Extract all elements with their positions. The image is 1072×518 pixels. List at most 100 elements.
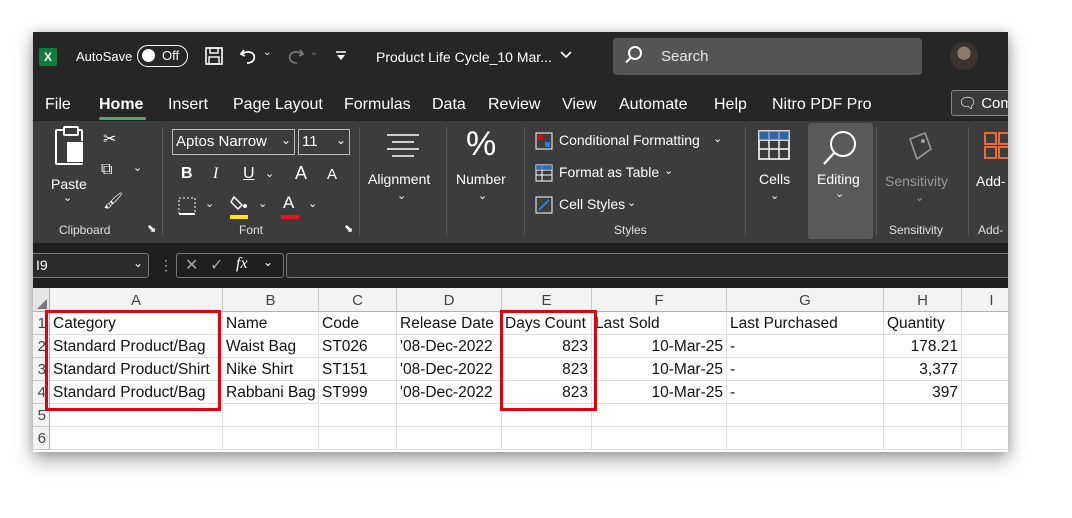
cell-styles-dropdown-icon[interactable]: ⌄ (627, 196, 636, 209)
column-header-a[interactable]: A (50, 288, 223, 312)
table-cell[interactable] (884, 404, 962, 427)
column-header-g[interactable]: G (727, 288, 884, 312)
table-cell[interactable]: 10-Mar-25 (592, 381, 727, 404)
tab-home[interactable]: Home (99, 96, 143, 114)
column-header-i[interactable]: I (962, 288, 1008, 312)
table-cell[interactable] (962, 381, 1008, 404)
column-header-h[interactable]: H (884, 288, 962, 312)
table-cell[interactable] (319, 404, 397, 427)
table-cell[interactable] (397, 404, 502, 427)
table-cell[interactable]: '08-Dec-2022 (397, 381, 502, 404)
more-options-icon[interactable]: ⋮ (159, 257, 173, 274)
alignment-button[interactable]: Alignment (368, 171, 430, 187)
fill-color-dropdown-icon[interactable]: ⌄ (258, 197, 267, 210)
number-button[interactable]: Number (456, 171, 506, 187)
fill-color-icon[interactable] (230, 195, 248, 211)
table-cell[interactable] (223, 427, 319, 450)
column-header-d[interactable]: D (397, 288, 502, 312)
save-icon[interactable] (204, 46, 224, 66)
percent-icon[interactable]: % (466, 125, 496, 164)
table-cell[interactable]: Waist Bag (223, 335, 319, 358)
table-cell[interactable] (962, 335, 1008, 358)
cut-icon[interactable]: ✂ (103, 129, 116, 149)
cell-i1[interactable] (962, 312, 1008, 335)
header-cell-release-date[interactable]: Release Date (397, 312, 502, 335)
table-cell[interactable]: 397 (884, 381, 962, 404)
table-cell[interactable] (592, 427, 727, 450)
tab-formulas[interactable]: Formulas (344, 96, 411, 114)
formula-input[interactable] (286, 253, 1008, 278)
conditional-formatting-dropdown-icon[interactable]: ⌄ (713, 132, 722, 145)
search-box[interactable]: Search (613, 38, 922, 75)
insert-function-button[interactable]: fx (236, 255, 248, 273)
alignment-dropdown-icon[interactable]: ⌄ (397, 189, 406, 202)
table-cell[interactable] (962, 404, 1008, 427)
cancel-icon[interactable]: ✕ (185, 255, 198, 275)
table-cell[interactable] (727, 427, 884, 450)
underline-dropdown-icon[interactable]: ⌄ (265, 167, 274, 180)
table-cell[interactable] (592, 404, 727, 427)
table-cell[interactable]: ST999 (319, 381, 397, 404)
undo-dropdown-icon[interactable]: ⌄ (263, 47, 271, 58)
header-cell-quantity[interactable]: Quantity (884, 312, 962, 335)
borders-icon[interactable] (178, 197, 196, 215)
header-cell-code[interactable]: Code (319, 312, 397, 335)
table-cell[interactable]: 10-Mar-25 (592, 358, 727, 381)
name-box[interactable]: I9 ⌄ (33, 253, 149, 278)
alignment-icon[interactable] (383, 131, 423, 161)
column-header-b[interactable]: B (223, 288, 319, 312)
copy-icon[interactable]: ⧉ (101, 161, 112, 179)
tab-nitro-pdf-pro[interactable]: Nitro PDF Pro (772, 96, 872, 114)
clipboard-icon[interactable] (55, 126, 84, 165)
table-cell[interactable] (962, 358, 1008, 381)
cell-styles-button[interactable]: Cell Styles (559, 196, 625, 212)
add-ins-button[interactable]: Add- (976, 173, 1006, 189)
table-cell[interactable] (962, 427, 1008, 450)
font-launcher-icon[interactable]: ⬊ (344, 222, 353, 235)
title-chevron-down-icon[interactable] (560, 50, 572, 60)
tab-review[interactable]: Review (488, 96, 540, 114)
table-cell[interactable] (884, 427, 962, 450)
decrease-font-button[interactable]: A (327, 166, 337, 183)
copy-dropdown-icon[interactable]: ⌄ (133, 161, 142, 174)
underline-button[interactable]: U (243, 165, 255, 183)
customize-toolbar-icon[interactable] (335, 51, 347, 61)
tab-insert[interactable]: Insert (168, 96, 208, 114)
font-name-dropdown[interactable]: Aptos Narrow ⌄ (172, 129, 295, 155)
table-cell[interactable]: '08-Dec-2022 (397, 358, 502, 381)
table-cell[interactable] (502, 427, 592, 450)
conditional-formatting-button[interactable]: Conditional Formatting (559, 132, 700, 148)
tab-automate[interactable]: Automate (619, 96, 687, 114)
table-cell[interactable]: ST026 (319, 335, 397, 358)
table-cell[interactable]: ST151 (319, 358, 397, 381)
header-cell-last-purchased[interactable]: Last Purchased (727, 312, 884, 335)
table-cell[interactable]: - (727, 358, 884, 381)
user-avatar[interactable] (950, 42, 978, 70)
table-cell[interactable]: - (727, 335, 884, 358)
paste-button[interactable]: Paste (51, 176, 87, 192)
table-cell[interactable]: 3,377 (884, 358, 962, 381)
table-cell[interactable]: 10-Mar-25 (592, 335, 727, 358)
tab-file[interactable]: File (45, 96, 71, 114)
table-cell[interactable] (223, 404, 319, 427)
cells-dropdown-icon[interactable]: ⌄ (770, 189, 779, 202)
column-header-c[interactable]: C (319, 288, 397, 312)
format-painter-icon[interactable]: 🖌 (103, 191, 123, 211)
autosave-toggle[interactable]: Off (137, 45, 188, 67)
paste-dropdown-icon[interactable]: ⌄ (63, 191, 72, 204)
format-as-table-button[interactable]: Format as Table (559, 164, 659, 180)
borders-dropdown-icon[interactable]: ⌄ (205, 197, 214, 210)
table-cell[interactable] (727, 404, 884, 427)
select-all-button[interactable] (33, 288, 50, 312)
table-cell[interactable]: Nike Shirt (223, 358, 319, 381)
font-color-dropdown-icon[interactable]: ⌄ (308, 197, 317, 210)
cells-icon[interactable] (757, 129, 791, 161)
column-header-f[interactable]: F (592, 288, 727, 312)
add-ins-icon[interactable] (983, 131, 1008, 161)
tab-data[interactable]: Data (432, 96, 466, 114)
table-cell[interactable]: - (727, 381, 884, 404)
format-as-table-dropdown-icon[interactable]: ⌄ (664, 164, 673, 177)
table-cell[interactable] (319, 427, 397, 450)
italic-button[interactable]: I (213, 165, 218, 183)
undo-icon[interactable] (239, 46, 259, 66)
